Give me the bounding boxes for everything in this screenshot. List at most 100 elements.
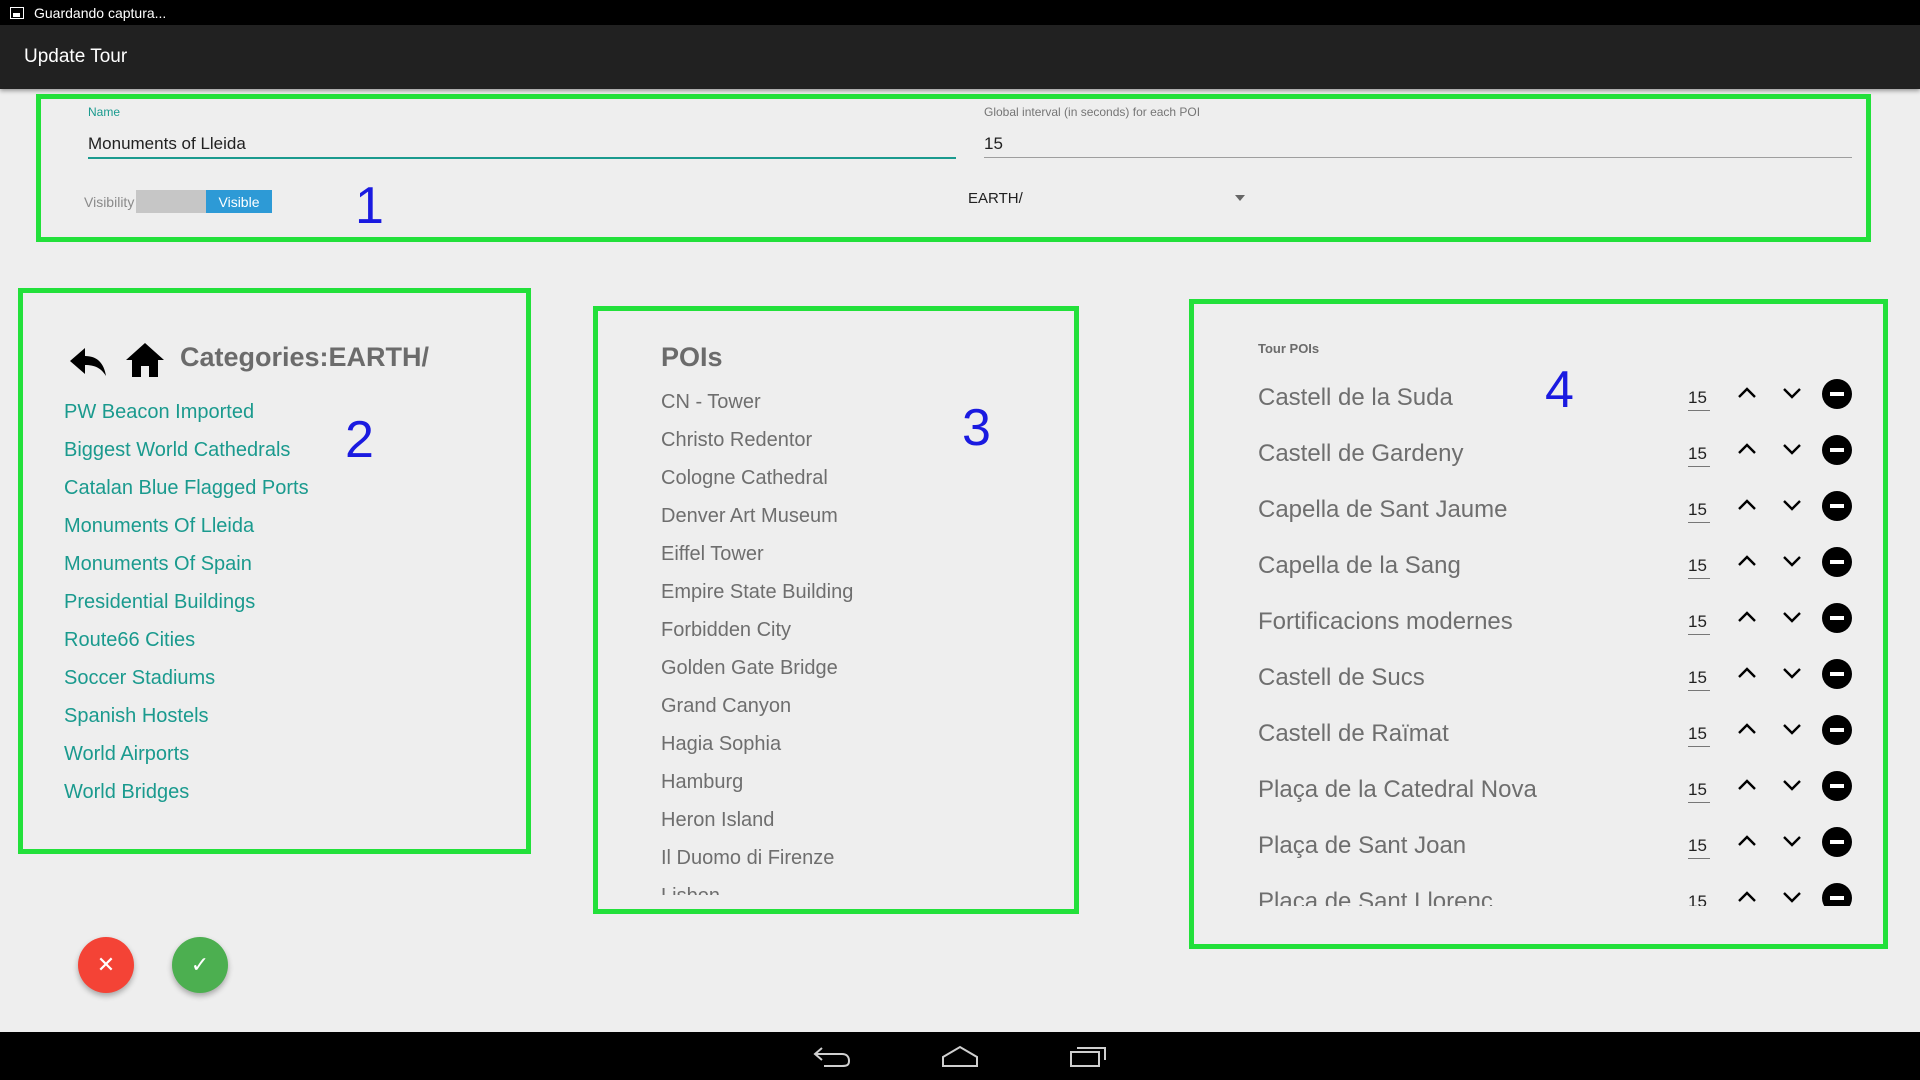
poi-item[interactable]: Hagia Sophia xyxy=(661,729,1051,767)
move-up-icon[interactable] xyxy=(1734,716,1760,742)
tour-poi-name: Fortificacions modernes xyxy=(1258,608,1513,635)
remove-icon[interactable] xyxy=(1822,715,1852,745)
tour-poi-row: Plaça de Sant Llorenç 15 xyxy=(1200,874,1860,906)
move-down-icon[interactable] xyxy=(1779,716,1805,742)
category-item[interactable]: Route66 Cities xyxy=(64,625,309,663)
tour-poi-seconds-input[interactable]: 15 xyxy=(1688,612,1710,635)
tour-poi-name: Castell de Sucs xyxy=(1258,664,1425,691)
category-item[interactable]: Soccer Stadiums xyxy=(64,663,309,701)
navigation-bar xyxy=(0,1032,1920,1080)
poi-item[interactable]: Hamburg xyxy=(661,767,1051,805)
annotation-number-4: 4 xyxy=(1545,361,1574,419)
remove-icon[interactable] xyxy=(1822,771,1852,801)
poi-item[interactable]: Denver Art Museum xyxy=(661,501,1051,539)
poi-item[interactable]: CN - Tower xyxy=(661,387,1051,425)
move-down-icon[interactable] xyxy=(1779,436,1805,462)
remove-icon[interactable] xyxy=(1822,435,1852,465)
visibility-toggle[interactable]: Visible xyxy=(136,190,272,213)
category-item[interactable]: Catalan Blue Flagged Ports xyxy=(64,473,309,511)
poi-item[interactable]: Grand Canyon xyxy=(661,691,1051,729)
tour-poi-list-viewport[interactable]: Castell de la Suda 15 Castell de Gardeny 15… xyxy=(1200,370,1860,906)
tour-poi-seconds-input[interactable]: 15 xyxy=(1688,556,1710,579)
move-up-icon[interactable] xyxy=(1734,884,1760,906)
cancel-button[interactable]: ✕ xyxy=(78,937,134,993)
tour-poi-seconds-input[interactable]: 15 xyxy=(1688,836,1710,859)
poi-item[interactable]: Eiffel Tower xyxy=(661,539,1051,577)
move-up-icon[interactable] xyxy=(1734,828,1760,854)
name-input[interactable]: Monuments of Lleida xyxy=(88,134,246,154)
remove-icon[interactable] xyxy=(1822,827,1852,857)
category-item[interactable]: Monuments Of Lleida xyxy=(64,511,309,549)
tour-poi-seconds-input[interactable]: 15 xyxy=(1688,388,1710,411)
poi-item[interactable]: Cologne Cathedral xyxy=(661,463,1051,501)
tour-poi-seconds-input[interactable]: 15 xyxy=(1688,668,1710,691)
folder-select[interactable]: EARTH/ xyxy=(968,190,1023,207)
tour-poi-name: Capella de la Sang xyxy=(1258,552,1461,579)
check-icon: ✓ xyxy=(190,952,210,977)
remove-icon[interactable] xyxy=(1822,379,1852,409)
name-underline xyxy=(88,157,956,159)
remove-icon[interactable] xyxy=(1822,603,1852,633)
tour-poi-name: Plaça de Sant Llorenç xyxy=(1258,888,1493,906)
home-icon[interactable] xyxy=(124,341,166,379)
remove-icon[interactable] xyxy=(1822,547,1852,577)
move-down-icon[interactable] xyxy=(1779,660,1805,686)
move-down-icon[interactable] xyxy=(1779,884,1805,906)
recents-nav-icon[interactable] xyxy=(1068,1044,1108,1070)
back-nav-icon[interactable] xyxy=(812,1044,852,1070)
poi-item[interactable]: Lisbon xyxy=(661,881,1051,895)
remove-icon[interactable] xyxy=(1822,491,1852,521)
category-item[interactable]: World Airports xyxy=(64,739,309,777)
move-down-icon[interactable] xyxy=(1779,492,1805,518)
category-item[interactable]: Presidential Buildings xyxy=(64,587,309,625)
poi-item[interactable]: Il Duomo di Firenze xyxy=(661,843,1051,881)
remove-icon[interactable] xyxy=(1822,883,1852,906)
name-label: Name xyxy=(88,105,121,119)
category-item[interactable]: World Bridges xyxy=(64,777,309,815)
move-down-icon[interactable] xyxy=(1779,604,1805,630)
poi-item[interactable]: Forbidden City xyxy=(661,615,1051,653)
move-down-icon[interactable] xyxy=(1779,772,1805,798)
move-up-icon[interactable] xyxy=(1734,380,1760,406)
interval-input[interactable]: 15 xyxy=(984,134,1003,154)
move-down-icon[interactable] xyxy=(1779,548,1805,574)
dropdown-arrow-icon[interactable] xyxy=(1235,195,1245,201)
confirm-button[interactable]: ✓ xyxy=(172,937,228,993)
close-icon: ✕ xyxy=(96,952,116,977)
category-item[interactable]: Spanish Hostels xyxy=(64,701,309,739)
annotation-number-1: 1 xyxy=(355,177,384,235)
move-down-icon[interactable] xyxy=(1779,380,1805,406)
category-item[interactable]: Monuments Of Spain xyxy=(64,549,309,587)
poi-item[interactable]: Golden Gate Bridge xyxy=(661,653,1051,691)
poi-item[interactable]: Heron Island xyxy=(661,805,1051,843)
tour-poi-row: Capella de la Sang 15 xyxy=(1200,538,1860,594)
tour-poi-row: Plaça de la Catedral Nova 15 xyxy=(1200,762,1860,818)
tour-poi-seconds-input[interactable]: 15 xyxy=(1688,724,1710,747)
move-up-icon[interactable] xyxy=(1734,492,1760,518)
tour-poi-seconds-input[interactable]: 15 xyxy=(1688,780,1710,803)
tour-pois-header: Tour POIs xyxy=(1258,341,1320,356)
move-up-icon[interactable] xyxy=(1734,604,1760,630)
home-nav-icon[interactable] xyxy=(940,1044,980,1070)
tour-poi-name: Castell de Raïmat xyxy=(1258,720,1449,747)
poi-list-viewport[interactable]: CN - Tower Christo Redentor Cologne Cath… xyxy=(661,387,1051,895)
poi-item[interactable]: Empire State Building xyxy=(661,577,1051,615)
annotation-number-2: 2 xyxy=(345,411,374,469)
move-up-icon[interactable] xyxy=(1734,660,1760,686)
poi-item[interactable]: Christo Redentor xyxy=(661,425,1051,463)
tour-poi-seconds-input[interactable]: 15 xyxy=(1688,444,1710,467)
tour-poi-name: Castell de la Suda xyxy=(1258,384,1453,411)
tour-poi-seconds-input[interactable]: 15 xyxy=(1688,892,1710,906)
category-item[interactable]: PW Beacon Imported xyxy=(64,397,309,435)
back-icon[interactable] xyxy=(68,345,108,379)
move-up-icon[interactable] xyxy=(1734,436,1760,462)
move-up-icon[interactable] xyxy=(1734,548,1760,574)
page-title: Update Tour xyxy=(24,46,128,67)
move-up-icon[interactable] xyxy=(1734,772,1760,798)
remove-icon[interactable] xyxy=(1822,659,1852,689)
visibility-toggle-on: Visible xyxy=(206,190,272,213)
category-item[interactable]: Biggest World Cathedrals xyxy=(64,435,309,473)
move-down-icon[interactable] xyxy=(1779,828,1805,854)
tour-poi-seconds-input[interactable]: 15 xyxy=(1688,500,1710,523)
status-bar: Guardando captura... xyxy=(0,0,1920,25)
